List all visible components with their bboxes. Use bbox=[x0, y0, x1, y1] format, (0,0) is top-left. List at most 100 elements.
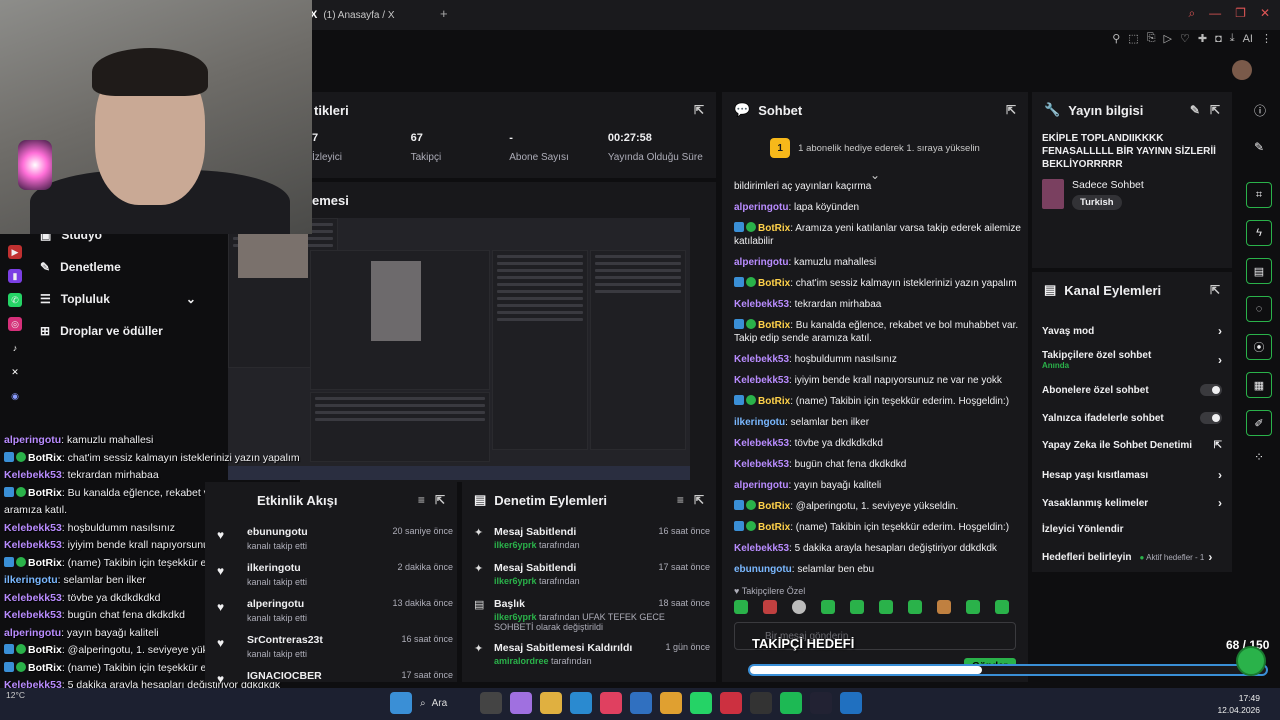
chat-message[interactable]: ebunungotu: selamlar ben ebu bbox=[734, 563, 1024, 576]
chat-message[interactable]: BotRix: Aramıza yeni katılanlar varsa ta… bbox=[734, 222, 1024, 248]
emote-icon[interactable] bbox=[850, 600, 864, 614]
puzzle-icon[interactable]: ✚ bbox=[1198, 32, 1207, 45]
toggle-switch[interactable] bbox=[1200, 384, 1222, 396]
channel-action-row[interactable]: Hesap yaşı kısıtlaması › bbox=[1042, 468, 1222, 482]
chat-message[interactable]: BotRix: (name) Takibin için teşekkür ede… bbox=[734, 395, 1024, 408]
emote-icon[interactable] bbox=[879, 600, 893, 614]
chat-username[interactable]: BotRix bbox=[758, 278, 790, 289]
popout-icon[interactable]: ⇱ bbox=[694, 493, 704, 507]
channel-action-row[interactable]: Hedefleri belirleyin ● Aktif hedefler - 1… bbox=[1042, 550, 1222, 564]
twitch-icon[interactable]: ▮ bbox=[8, 269, 22, 283]
emote-icon[interactable] bbox=[734, 600, 748, 614]
popout-icon[interactable]: ⇱ bbox=[694, 103, 704, 117]
chat-username[interactable]: alperingotu bbox=[734, 202, 788, 213]
pin-icon[interactable]: ⚲ bbox=[1112, 32, 1120, 45]
sidebar-item-drops[interactable]: ⊞ Droplar ve ödüller bbox=[40, 324, 163, 338]
emote-icon[interactable] bbox=[966, 600, 980, 614]
app-icon[interactable] bbox=[720, 692, 742, 714]
chat-username[interactable]: BotRix bbox=[758, 501, 790, 512]
pencil-icon[interactable]: ✎ bbox=[1254, 140, 1264, 154]
taskbar-clock[interactable]: 17:49 12.04.2026 bbox=[1217, 692, 1260, 716]
search-icon[interactable]: ⌕ bbox=[1188, 6, 1195, 21]
chat-username[interactable]: BotRix bbox=[758, 223, 790, 234]
close-icon[interactable]: ✕ bbox=[1260, 6, 1270, 21]
emote-icon[interactable] bbox=[908, 600, 922, 614]
chat-username[interactable]: ilkeringotu bbox=[734, 417, 785, 428]
tiktok-icon[interactable]: ♪ bbox=[8, 341, 22, 355]
chat-username[interactable]: BotRix bbox=[758, 320, 790, 331]
wrench-tool-button[interactable]: ✐ bbox=[1246, 410, 1272, 436]
chat-username[interactable]: Kelebekk53 bbox=[734, 299, 789, 310]
chat-username[interactable]: alperingotu bbox=[734, 480, 788, 491]
chat-username[interactable]: BotRix bbox=[758, 396, 790, 407]
more-tools-icon[interactable]: ⁘ bbox=[1254, 450, 1264, 464]
app-icon[interactable] bbox=[840, 692, 862, 714]
play-icon[interactable]: ▷ bbox=[1164, 32, 1172, 45]
taskbar-search[interactable]: ⌕ Ara bbox=[420, 698, 472, 709]
edge-icon[interactable] bbox=[570, 692, 592, 714]
chat-username[interactable]: Kelebekk53 bbox=[734, 543, 789, 554]
camera-tool-button[interactable]: ⌗ bbox=[1246, 182, 1272, 208]
filter-icon[interactable]: ≡ bbox=[677, 493, 684, 507]
menu-icon[interactable]: ⋮ bbox=[1261, 32, 1272, 45]
chat-message[interactable]: BotRix: @alperingotu, 1. seviyeye yüksel… bbox=[734, 500, 1024, 513]
channel-action-row[interactable]: Abonelere özel sohbet bbox=[1042, 384, 1222, 396]
chat-message[interactable]: BotRix: (name) Takibin için teşekkür ede… bbox=[734, 521, 1024, 534]
task-view-icon[interactable] bbox=[480, 692, 502, 714]
crop-icon[interactable]: ⬚ bbox=[1128, 32, 1138, 45]
profile-icon[interactable]: ◘ bbox=[1215, 33, 1222, 45]
whatsapp-icon[interactable] bbox=[690, 692, 712, 714]
new-tab-button[interactable]: + bbox=[440, 6, 448, 21]
chat-message[interactable]: alperingotu: kamuzlu mahallesi bbox=[734, 256, 1024, 269]
chat-username[interactable]: Kelebekk53 bbox=[734, 438, 789, 449]
lightning-tool-button[interactable]: ϟ bbox=[1246, 220, 1272, 246]
chat-message[interactable]: alperingotu: lapa köyünden bbox=[734, 201, 1024, 214]
edit-icon[interactable]: ✎ bbox=[1190, 103, 1200, 117]
minimize-icon[interactable]: — bbox=[1209, 6, 1221, 21]
chat-message[interactable]: alperingotu: yayın bayağı kaliteli bbox=[734, 479, 1024, 492]
emote-icon[interactable] bbox=[995, 600, 1009, 614]
file-explorer-icon[interactable] bbox=[540, 692, 562, 714]
emote-icon[interactable] bbox=[821, 600, 835, 614]
sidebar-item-moderation[interactable]: ✎ Denetleme bbox=[40, 260, 121, 274]
chat-message[interactable]: Kelebekk53: iyiyim bende krall napıyorsu… bbox=[734, 374, 1024, 387]
popout-icon[interactable]: ⇱ bbox=[1210, 103, 1220, 117]
document-tool-button[interactable]: ▤ bbox=[1246, 258, 1272, 284]
download-icon[interactable]: ⤓ bbox=[1230, 32, 1235, 45]
ai-button[interactable]: AI bbox=[1243, 33, 1253, 45]
mail-icon[interactable] bbox=[630, 692, 652, 714]
steam-icon[interactable] bbox=[810, 692, 832, 714]
whatsapp-icon[interactable]: ✆ bbox=[8, 293, 22, 307]
user-avatar[interactable] bbox=[1232, 60, 1252, 80]
chat-username[interactable]: Kelebekk53 bbox=[734, 375, 789, 386]
broadcast-tool-button[interactable]: ⦿ bbox=[1246, 334, 1272, 360]
browser-tab[interactable]: X (1) Anasayfa / X bbox=[310, 4, 440, 26]
channel-action-row[interactable]: Takipçilere özel sohbet Anında › bbox=[1042, 350, 1222, 370]
chat-username[interactable]: Kelebekk53 bbox=[734, 354, 789, 365]
copy-icon[interactable]: ⎘ bbox=[1147, 32, 1156, 45]
layout-tool-button[interactable]: ▦ bbox=[1246, 372, 1272, 398]
channel-action-row[interactable]: Yasaklanmış kelimeler › bbox=[1042, 496, 1222, 510]
emote-icon[interactable] bbox=[792, 600, 806, 614]
start-icon[interactable] bbox=[390, 692, 412, 714]
restore-icon[interactable]: ❐ bbox=[1235, 6, 1246, 21]
chat-message[interactable]: BotRix: Bu kanalda eğlence, rekabet ve b… bbox=[734, 319, 1024, 345]
app-icon[interactable] bbox=[600, 692, 622, 714]
chat-username[interactable]: ebunungotu bbox=[734, 564, 792, 575]
instagram-icon[interactable]: ◎ bbox=[8, 317, 22, 331]
channel-action-row[interactable]: İzleyici Yönlendir bbox=[1042, 524, 1222, 535]
chat-username[interactable]: Kelebekk53 bbox=[734, 459, 789, 470]
chat-message[interactable]: bildirimleri aç yayınları kaçırma bbox=[734, 180, 1024, 193]
chat-message[interactable]: ilkeringotu: selamlar ben ilker bbox=[734, 416, 1024, 429]
heart-icon[interactable]: ♡ bbox=[1180, 32, 1190, 45]
chat-tool-button[interactable]: ◌ bbox=[1246, 296, 1272, 322]
chat-message[interactable]: Kelebekk53: tekrardan mirhabaa bbox=[734, 298, 1024, 311]
channel-action-row[interactable]: Yavaş mod › bbox=[1042, 324, 1222, 338]
popout-icon[interactable]: ⇱ bbox=[1210, 283, 1220, 297]
channel-action-row[interactable]: Yalnızca ifadelerle sohbet bbox=[1042, 412, 1222, 424]
gift-leaderboard-banner[interactable]: 1 1 abonelik hediye ederek 1. sıraya yük… bbox=[734, 134, 1016, 162]
weather-widget[interactable]: 12°C bbox=[6, 690, 25, 700]
discord-icon[interactable]: ◉ bbox=[8, 389, 22, 403]
chat-username[interactable]: alperingotu bbox=[734, 257, 788, 268]
x-icon[interactable]: ✕ bbox=[8, 365, 22, 379]
